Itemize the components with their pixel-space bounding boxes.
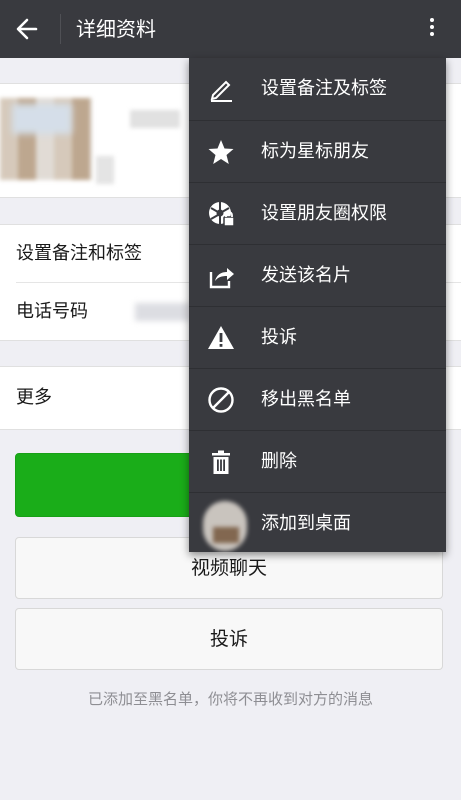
more-options-icon[interactable] [427,14,437,44]
menu-item-send-card[interactable]: 发送该名片 [189,244,446,307]
menu-item-add-to-desktop[interactable]: 添加到桌面 [189,492,446,555]
trash-icon [207,448,239,476]
menu-label: 添加到桌面 [261,513,351,534]
back-arrow-icon[interactable] [12,14,44,44]
menu-label: 标为星标朋友 [261,141,369,162]
blacklist-notice: 已添加至黑名单，你将不再收到对方的消息 [87,690,373,708]
menu-label: 删除 [261,451,297,472]
edit-pencil-icon [207,75,239,103]
menu-label: 设置备注及标签 [261,78,387,99]
contact-avatar [203,501,247,551]
remark-tag-label: 设置备注和标签 [16,243,142,264]
subinfo-redacted [96,156,114,184]
warning-icon [207,324,239,352]
menu-item-remove-blacklist[interactable]: 移出黑名单 [189,368,446,431]
star-icon [207,138,239,166]
block-icon [207,386,239,414]
menu-item-complain[interactable]: 投诉 [189,306,446,369]
nickname-redacted [130,110,180,128]
menu-item-set-remark[interactable]: 设置备注及标签 [189,58,446,120]
options-menu: 设置备注及标签 标为星标朋友 设置朋友圈权限 发送该名片 投诉 移出黑名单 删除… [189,58,446,552]
more-label: 更多 [16,387,52,408]
top-bar: 详细资料 [0,0,461,58]
share-icon [207,262,239,290]
avatar[interactable] [0,98,92,180]
menu-label: 设置朋友圈权限 [261,203,387,224]
menu-item-star-friend[interactable]: 标为星标朋友 [189,120,446,183]
page-title: 详细资料 [76,17,156,41]
menu-label: 发送该名片 [261,265,351,286]
moments-shutter-lock-icon [207,200,239,228]
menu-label: 移出黑名单 [261,389,351,410]
phone-number-redacted[interactable] [135,303,190,321]
menu-label: 投诉 [261,327,297,348]
menu-item-moments-permission[interactable]: 设置朋友圈权限 [189,182,446,245]
title-divider [60,14,61,44]
complain-button[interactable]: 投诉 [15,608,443,670]
phone-label: 电话号码 [16,301,88,322]
menu-item-delete[interactable]: 删除 [189,430,446,493]
